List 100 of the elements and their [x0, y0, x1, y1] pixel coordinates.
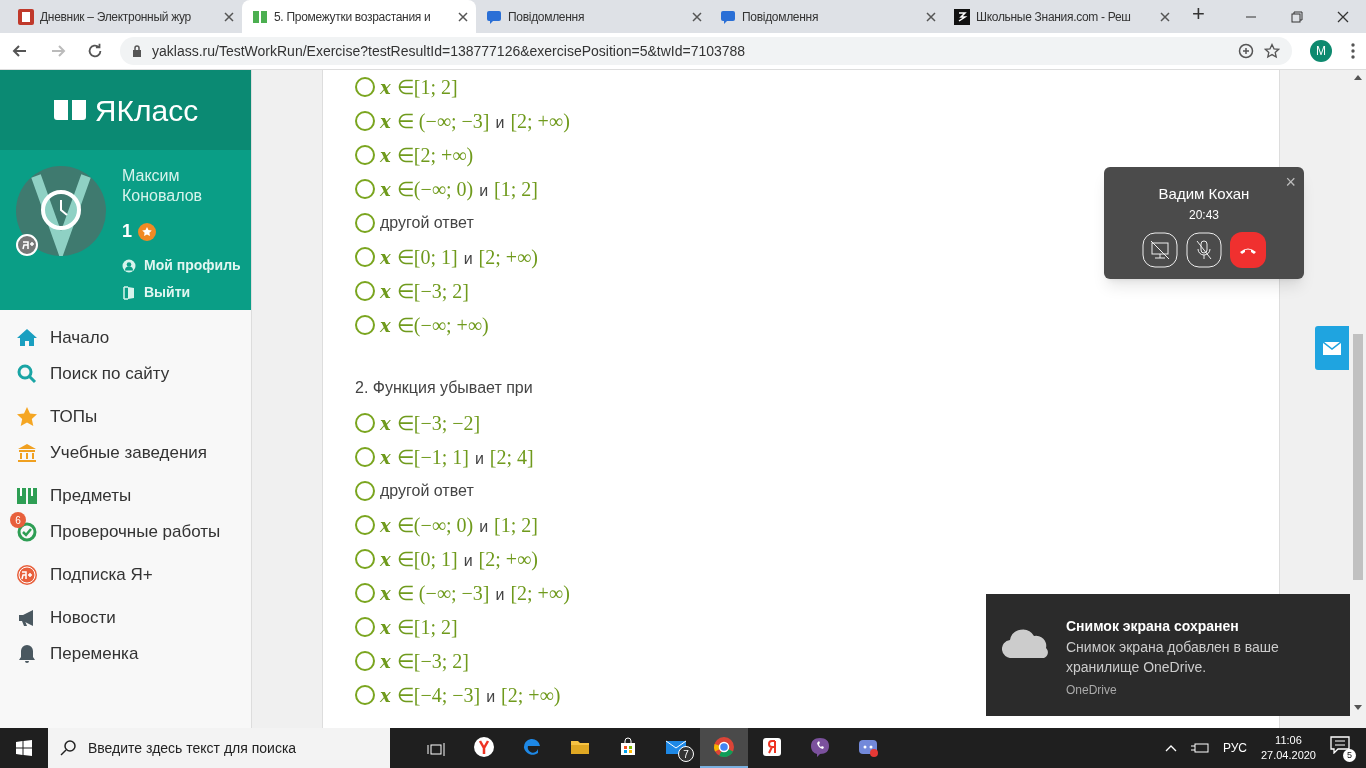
home-icon [16, 326, 38, 349]
radio-button[interactable] [355, 111, 375, 131]
video-off-button[interactable] [1142, 232, 1178, 268]
radio-button[interactable] [355, 515, 375, 535]
menu-link[interactable]: ТОПы [50, 403, 98, 430]
count-badge: 5 [1343, 749, 1356, 762]
clock-time[interactable]: 11:06 [1275, 733, 1302, 748]
radio-button[interactable] [355, 651, 375, 671]
reload-icon[interactable] [86, 42, 104, 60]
radio-button[interactable] [355, 481, 375, 501]
answer-option[interactable]: x ∈ (−∞; −3] и [2; +∞) [380, 578, 570, 608]
user-name: Максим Коновалов [122, 166, 204, 206]
close-icon[interactable] [926, 11, 936, 22]
logo-text: ЯКласс [94, 92, 199, 129]
radio-button[interactable] [355, 247, 375, 267]
star-badge-icon [138, 222, 156, 241]
caller-name: Вадим Кохан [1158, 185, 1250, 203]
user-icon [122, 258, 136, 273]
mic-off-button[interactable] [1186, 232, 1222, 268]
mail-button[interactable] [1315, 326, 1349, 370]
tab-title: Повідомлення [742, 8, 820, 26]
answer-option[interactable]: x ∈(−∞; 0) и [1; 2] [380, 174, 538, 204]
notification-source: OneDrive [1066, 682, 1118, 699]
scroll-thumb[interactable] [1353, 334, 1363, 580]
hang-up-button[interactable] [1230, 232, 1266, 268]
answer-option[interactable]: другой ответ [380, 211, 474, 235]
answer-option[interactable]: другой ответ [380, 479, 474, 503]
add-icon[interactable] [1238, 43, 1254, 59]
profile-avatar[interactable]: M [1310, 40, 1332, 62]
radio-button[interactable] [355, 315, 375, 335]
radio-button[interactable] [355, 583, 375, 603]
menu-link[interactable]: Предметы [50, 482, 132, 509]
radio-button[interactable] [355, 145, 375, 165]
radio-button[interactable] [355, 77, 375, 97]
radio-button[interactable] [355, 447, 375, 467]
close-button[interactable]: × [1285, 169, 1296, 196]
radio-button[interactable] [355, 213, 375, 233]
menu-icon[interactable] [1350, 42, 1356, 60]
scroll-up-icon[interactable] [1354, 75, 1362, 80]
tab-title: 5. Промежутки возрастания и [274, 8, 432, 26]
envelope-icon [1323, 341, 1341, 355]
battery-icon[interactable] [1190, 742, 1209, 754]
chrome-icon [713, 736, 735, 758]
star-icon[interactable] [1264, 43, 1280, 59]
favicon-icon [720, 8, 736, 25]
browser-ya-icon [761, 736, 783, 758]
answer-option[interactable]: x ∈[−4; −3] и [2; +∞) [380, 680, 561, 710]
radio-button[interactable] [355, 549, 375, 569]
notification-message: Снимок экрана добавлен в ваше хранилище OneDrive. [1066, 638, 1280, 677]
radio-button[interactable] [355, 617, 375, 637]
close-icon[interactable] [692, 11, 702, 22]
radio-button[interactable] [355, 281, 375, 301]
chevron-up-icon[interactable] [1164, 744, 1177, 752]
answer-option[interactable]: x ∈ (−∞; −3] и [2; +∞) [380, 106, 570, 136]
radio-button[interactable] [355, 413, 375, 433]
menu-link[interactable]: Проверочные работы [50, 518, 221, 545]
browser-tab[interactable]: 5. Промежутки возрастания и [242, 0, 476, 33]
start-button[interactable] [16, 740, 32, 756]
menu-link[interactable]: Новости [50, 604, 116, 631]
scroll-down-icon[interactable] [1354, 705, 1362, 710]
favicon-icon [954, 8, 970, 25]
browser-y-icon [473, 736, 495, 758]
count-badge: 7 [678, 746, 694, 762]
bell-icon [16, 642, 38, 665]
notification-center-icon[interactable] [1330, 736, 1350, 754]
favicon-icon [18, 8, 34, 25]
star-icon [16, 405, 38, 428]
lock-icon [132, 45, 142, 57]
tab-title: Школьные Знания.com - Реш [976, 8, 1132, 26]
restore-icon[interactable] [1289, 8, 1305, 25]
radio-button[interactable] [355, 179, 375, 199]
menu-link[interactable]: Переменка [50, 640, 139, 667]
building-icon [16, 441, 38, 464]
subscription-badge-icon [16, 234, 38, 256]
menu-link[interactable]: Поиск по сайту [50, 360, 170, 387]
url-text: yaklass.ru/TestWorkRun/Exercise?testResultId=138777126&exercisePosition=5&twId=7103788 [152, 41, 747, 61]
new-tab-button[interactable]: + [1192, 0, 1205, 30]
search-field[interactable]: Введите здесь текст для поиска [48, 728, 390, 768]
logo-banner[interactable]: ЯКласс [0, 70, 251, 150]
search-icon [16, 362, 38, 385]
clock-date[interactable]: 27.04.2020 [1260, 748, 1316, 763]
menu-link[interactable]: Подписка Я+ [50, 561, 153, 588]
close-icon[interactable] [1160, 11, 1170, 22]
menu-link[interactable]: Учебные заведения [50, 439, 208, 466]
book-icon [52, 98, 87, 122]
close-icon[interactable] [224, 11, 234, 22]
tab-title: Дневник – Электронный жур [40, 8, 192, 26]
close-icon[interactable] [458, 11, 468, 22]
address-bar[interactable]: yaklass.ru/TestWorkRun/Exercise?testResultId=138777126&exercisePosition=5&twId=7103788 [120, 37, 1292, 65]
language-indicator[interactable]: РУС [1222, 739, 1247, 757]
answer-option[interactable]: x ∈[0; 1] и [2; +∞) [380, 242, 538, 272]
tab-title: Повідомлення [508, 8, 586, 26]
count-badge: 6 [10, 512, 26, 528]
favicon-icon [252, 8, 268, 25]
radio-button[interactable] [355, 685, 375, 705]
question-title: 2. Функция убывает при [355, 378, 534, 398]
answer-option[interactable]: x ∈[−1; 1] и [2; 4] [380, 442, 534, 472]
answer-option[interactable]: x ∈[0; 1] и [2; +∞) [380, 544, 538, 574]
menu-link[interactable]: Начало [50, 324, 110, 351]
answer-option[interactable]: x ∈(−∞; 0) и [1; 2] [380, 510, 538, 540]
